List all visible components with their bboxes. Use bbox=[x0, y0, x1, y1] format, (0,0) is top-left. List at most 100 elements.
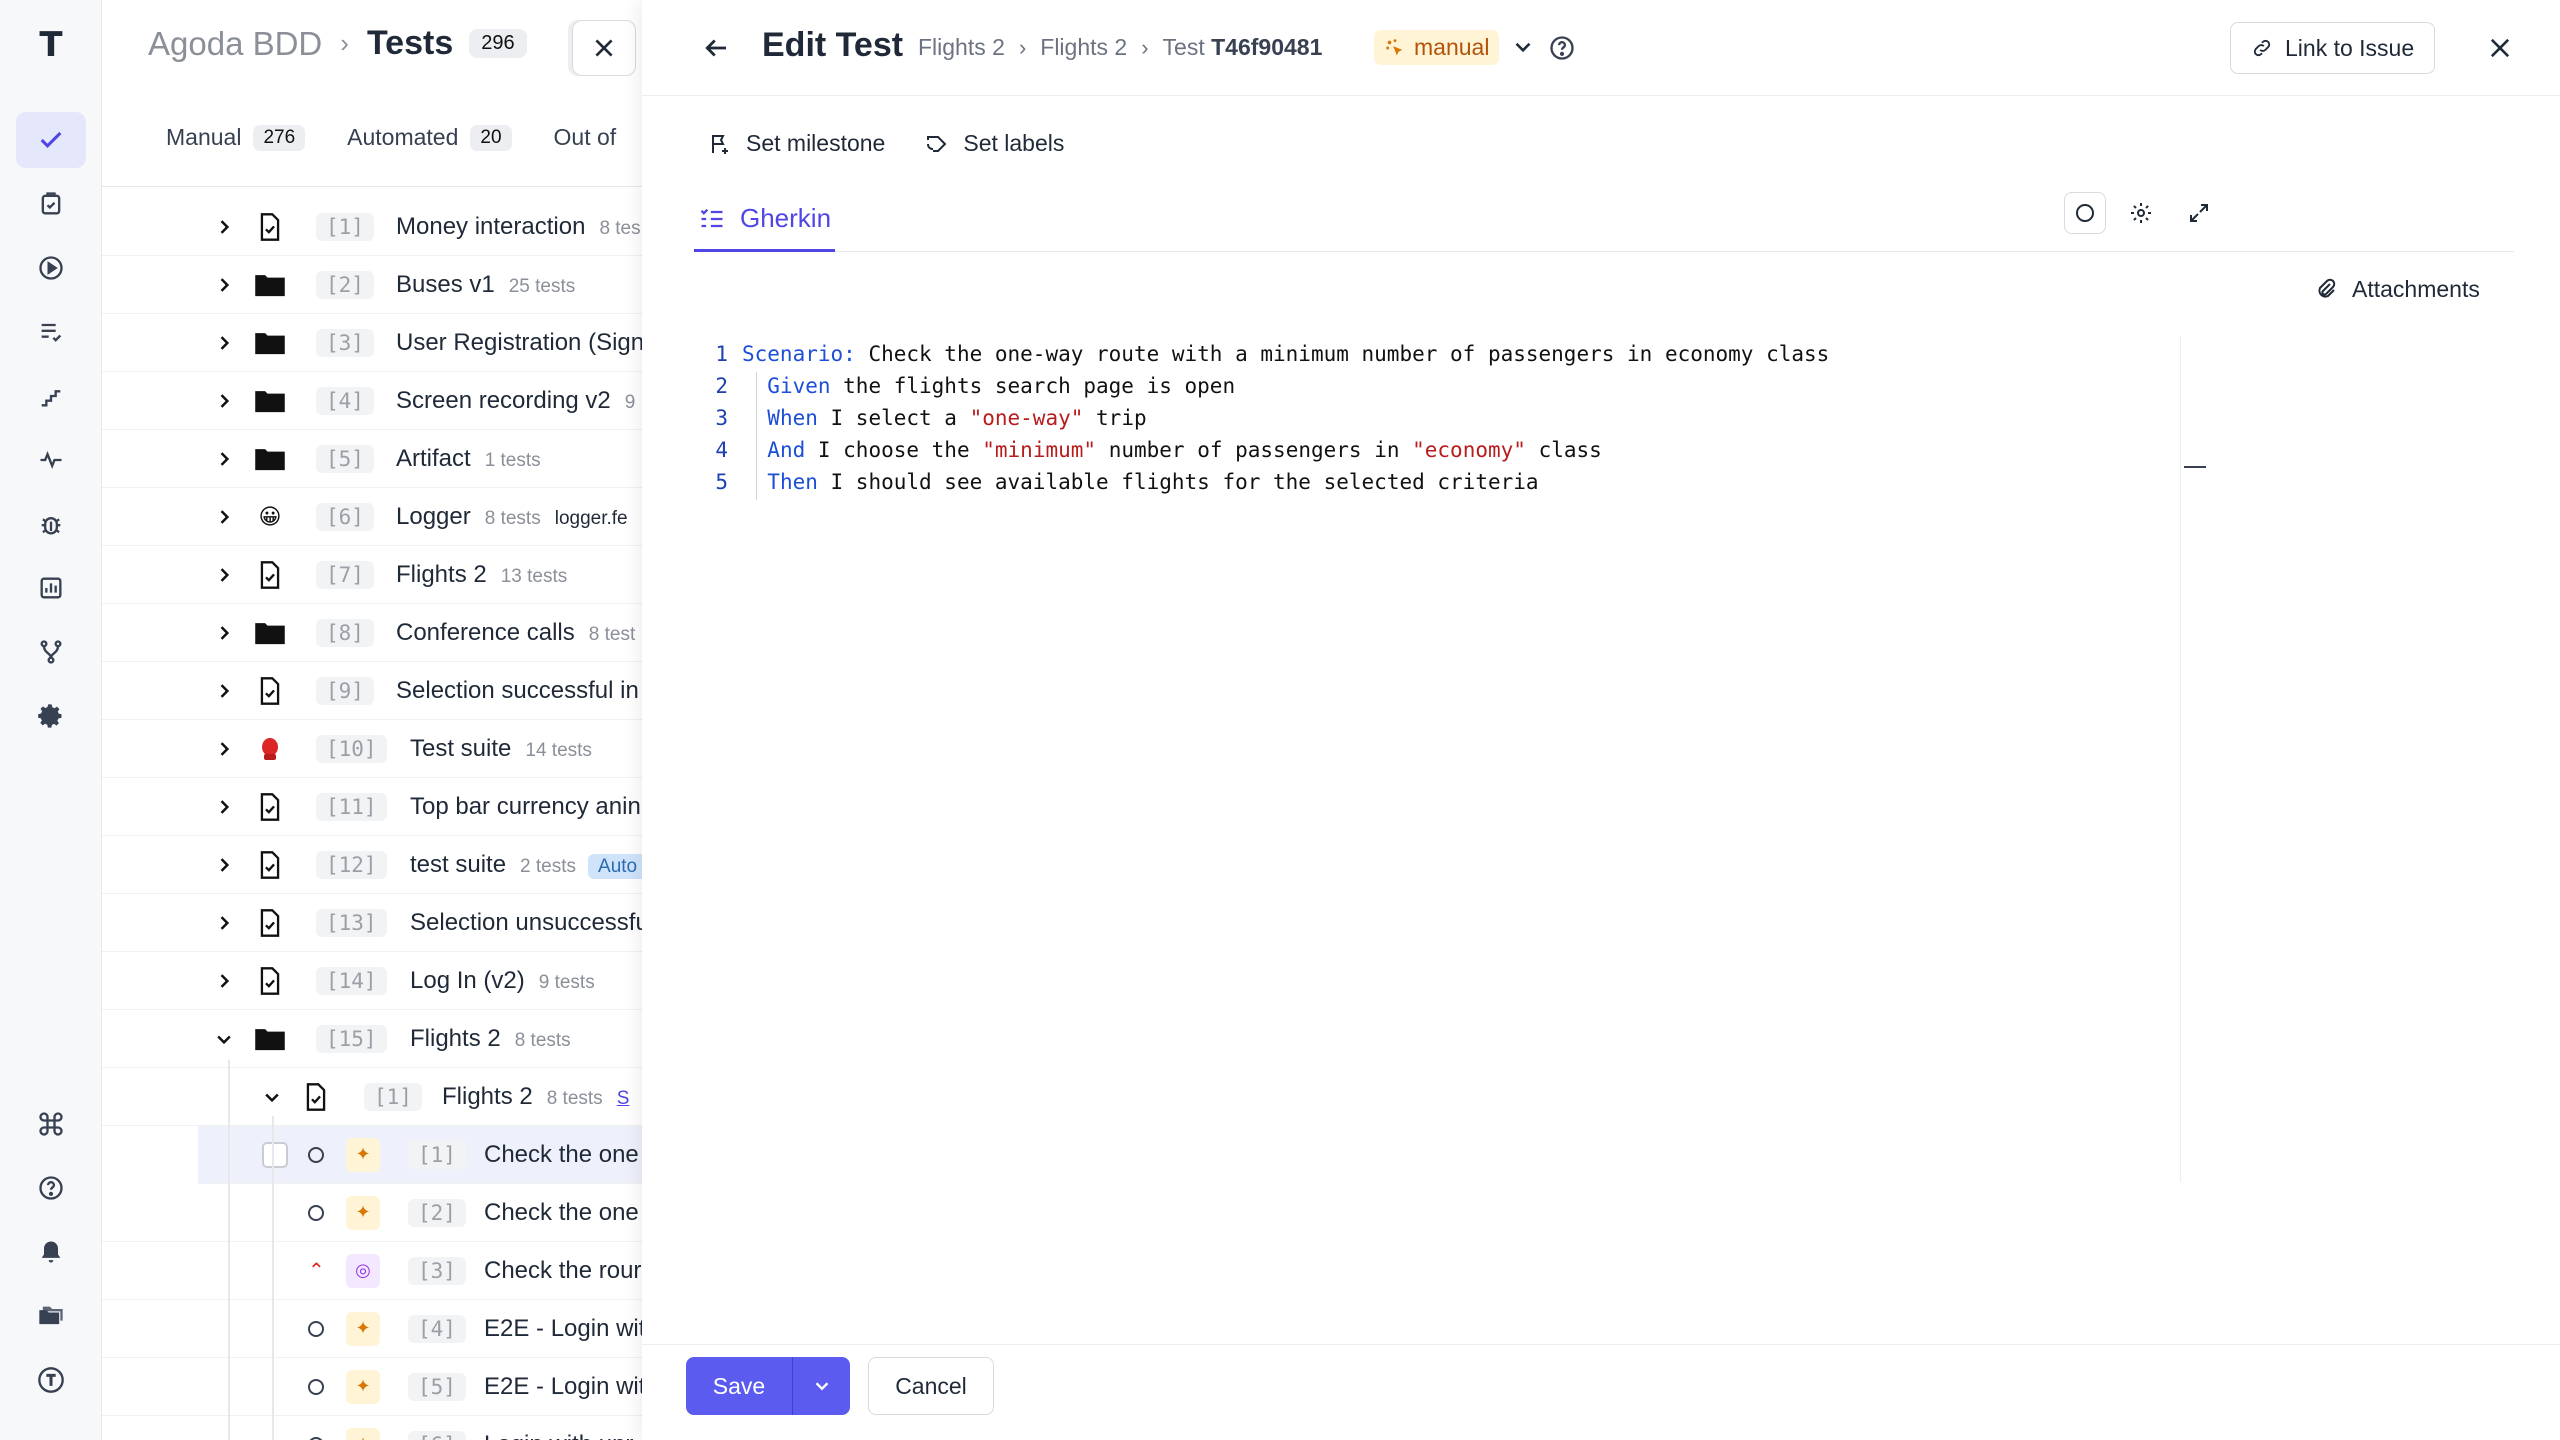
app-logo[interactable]: T bbox=[30, 24, 72, 66]
chevron-down-icon[interactable] bbox=[1510, 34, 1536, 60]
set-milestone-button[interactable]: Set milestone bbox=[708, 130, 885, 157]
boxing-glove-icon bbox=[254, 733, 286, 765]
chevron-right-icon[interactable] bbox=[214, 449, 234, 469]
stairs-icon[interactable] bbox=[16, 368, 86, 424]
save-options-button[interactable] bbox=[792, 1357, 850, 1415]
tree-row[interactable]: [3] User Registration (Sign bbox=[102, 314, 642, 372]
close-icon bbox=[2490, 38, 2510, 58]
tab-manual[interactable]: Manual 276 bbox=[166, 124, 306, 151]
tree-row[interactable]: [4] Screen recording v2 9 bbox=[102, 372, 642, 430]
set-labels-button[interactable]: Set labels bbox=[925, 130, 1064, 157]
test-row[interactable]: ✦ [1] Check the one bbox=[198, 1126, 642, 1184]
chevron-right-icon[interactable] bbox=[214, 681, 234, 701]
tree-row[interactable]: [15] Flights 2 8 tests bbox=[102, 1010, 642, 1068]
pulse-icon[interactable] bbox=[16, 432, 86, 488]
chevron-right-icon[interactable] bbox=[214, 971, 234, 991]
close-edit-button[interactable] bbox=[2480, 28, 2520, 68]
user-avatar-icon[interactable] bbox=[16, 1352, 86, 1408]
tree-row[interactable]: [7] Flights 2 13 tests bbox=[102, 546, 642, 604]
status-badge[interactable]: manual bbox=[1374, 30, 1500, 65]
row-checkbox[interactable] bbox=[262, 1141, 288, 1168]
tree-row[interactable]: [12] test suite 2 tests Auto bbox=[102, 836, 642, 894]
row-title-group: Buses v1 25 tests bbox=[396, 271, 575, 299]
test-name: E2E - Login wit bbox=[484, 1372, 642, 1400]
chevron-right-icon[interactable] bbox=[214, 623, 234, 643]
gherkin-code-editor[interactable]: 1 Scenario: Check the one-way route with… bbox=[694, 336, 2510, 1186]
expand-button[interactable] bbox=[2178, 192, 2220, 234]
analytics-icon[interactable] bbox=[16, 560, 86, 616]
tree-row[interactable]: [2] Buses v1 25 tests bbox=[102, 256, 642, 314]
tree-row[interactable]: [1] Money interaction 8 tes bbox=[102, 198, 642, 256]
folders-icon[interactable] bbox=[16, 1288, 86, 1344]
circle-toggle-button[interactable] bbox=[2064, 192, 2106, 234]
tree-row[interactable]: [14] Log In (v2) 9 tests bbox=[102, 952, 642, 1010]
row-count: 2 tests bbox=[520, 855, 577, 877]
scrollbar-thumb[interactable] bbox=[2184, 466, 2206, 468]
tree-row[interactable]: [10] Test suite 14 tests bbox=[102, 720, 642, 778]
link-to-issue-button[interactable]: Link to Issue bbox=[2230, 22, 2436, 74]
close-tree-button[interactable] bbox=[572, 20, 636, 76]
project-name[interactable]: Agoda BDD bbox=[148, 25, 322, 63]
chevron-right-icon[interactable] bbox=[214, 217, 234, 237]
bug-icon[interactable] bbox=[16, 496, 86, 552]
tree-row[interactable]: 😀 [6] Logger 8 tests logger.fe bbox=[102, 488, 642, 546]
tree-row[interactable]: [13] Selection unsuccessfu bbox=[102, 894, 642, 952]
test-name: Check the rour bbox=[484, 1256, 642, 1284]
chevron-down-icon[interactable] bbox=[262, 1087, 282, 1107]
tree-row-subsuite[interactable]: [1] Flights 2 8 tests S bbox=[102, 1068, 642, 1126]
tree-row[interactable]: [8] Conference calls 8 test bbox=[102, 604, 642, 662]
gherkin-keyword: Given bbox=[767, 374, 831, 398]
test-row[interactable]: ✦ [5] E2E - Login wit bbox=[102, 1358, 642, 1416]
bell-icon[interactable] bbox=[16, 1224, 86, 1280]
row-number: [4] bbox=[316, 386, 374, 415]
manual-test-icon: ✦ bbox=[346, 1427, 380, 1440]
editor-settings-button[interactable] bbox=[2120, 192, 2162, 234]
tab-automated[interactable]: Automated 20 bbox=[347, 124, 512, 151]
row-link[interactable]: S bbox=[617, 1088, 630, 1109]
play-circle-icon[interactable] bbox=[16, 240, 86, 296]
branch-icon[interactable] bbox=[16, 624, 86, 680]
editor-scrollbar[interactable] bbox=[2180, 336, 2210, 1182]
chevron-right-icon[interactable] bbox=[214, 391, 234, 411]
tree-row[interactable]: [11] Top bar currency anin bbox=[102, 778, 642, 836]
chevron-right-icon[interactable] bbox=[214, 333, 234, 353]
chevron-down-icon[interactable] bbox=[214, 1029, 234, 1049]
row-count: 13 tests bbox=[500, 565, 568, 587]
tree-row[interactable]: [5] Artifact 1 tests bbox=[102, 430, 642, 488]
list-check-icon[interactable] bbox=[16, 304, 86, 360]
clipboard-icon[interactable] bbox=[16, 176, 86, 232]
help-circle-icon[interactable] bbox=[16, 1160, 86, 1216]
page-title: Tests bbox=[366, 24, 454, 62]
back-button[interactable] bbox=[696, 28, 736, 68]
gear-icon bbox=[2131, 203, 2151, 223]
crumb-suite[interactable]: Flights 2 bbox=[918, 34, 1005, 61]
cancel-button[interactable]: Cancel bbox=[868, 1357, 994, 1415]
save-button[interactable]: Save bbox=[686, 1357, 792, 1415]
attachments-button[interactable]: Attachments bbox=[2314, 276, 2480, 303]
chevron-right-icon[interactable] bbox=[214, 913, 234, 933]
settings-gear-icon[interactable] bbox=[16, 688, 86, 744]
command-icon[interactable] bbox=[16, 1096, 86, 1152]
priority-normal-icon bbox=[308, 1378, 324, 1395]
row-extra: logger.fe bbox=[554, 507, 628, 529]
test-row[interactable]: ✦ [6] Login with unr bbox=[102, 1416, 642, 1440]
test-row[interactable]: ⌃ ◎ [3] Check the rour bbox=[102, 1242, 642, 1300]
chevron-right-icon[interactable] bbox=[214, 565, 234, 585]
test-row[interactable]: ✦ [2] Check the one bbox=[102, 1184, 642, 1242]
chevron-right-icon[interactable] bbox=[214, 275, 234, 295]
tree-row[interactable]: [9] Selection successful in bbox=[102, 662, 642, 720]
question-circle-icon[interactable] bbox=[1548, 34, 1576, 62]
tests-nav-icon[interactable] bbox=[16, 112, 86, 168]
chevron-right-icon[interactable] bbox=[214, 855, 234, 875]
tree-header: Agoda BDD › Tests 296 bbox=[148, 24, 527, 63]
chevron-right-icon[interactable] bbox=[214, 507, 234, 527]
chevron-right-icon[interactable] bbox=[214, 797, 234, 817]
crumb-subsuite[interactable]: Flights 2 bbox=[1040, 34, 1127, 61]
row-count: 9 bbox=[624, 391, 636, 413]
row-number: [5] bbox=[408, 1372, 466, 1401]
chevron-right-icon[interactable] bbox=[214, 739, 234, 759]
test-row[interactable]: ✦ [4] E2E - Login wit bbox=[102, 1300, 642, 1358]
file-check-icon bbox=[254, 791, 286, 823]
tab-gherkin[interactable]: Gherkin bbox=[694, 188, 836, 252]
tab-out-of-sync[interactable]: Out of bbox=[554, 124, 617, 151]
